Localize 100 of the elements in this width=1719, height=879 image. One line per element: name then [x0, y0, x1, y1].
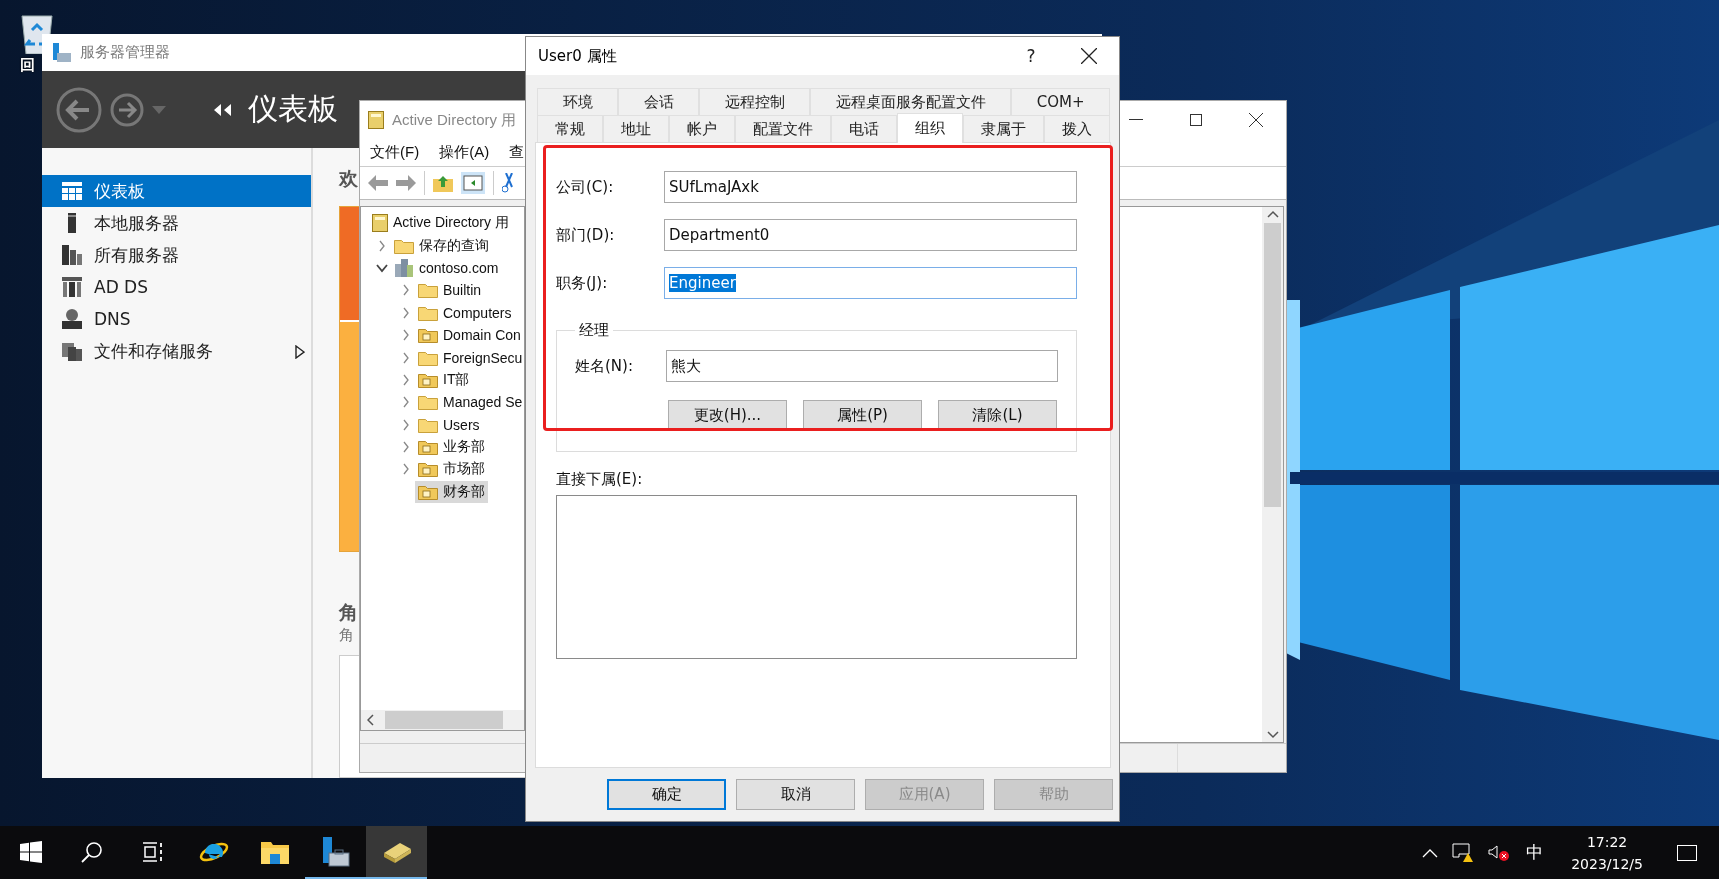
tree-item[interactable]: 保存的查询: [391, 234, 492, 257]
tab[interactable]: 配置文件: [735, 115, 831, 142]
book-icon: [368, 111, 384, 129]
sidebar-item[interactable]: 所有服务器: [42, 239, 311, 271]
tree-item[interactable]: Builtin: [415, 279, 485, 302]
horizontal-scrollbar[interactable]: [361, 710, 524, 730]
taskbar-button[interactable]: [366, 826, 427, 879]
scissors-icon[interactable]: [502, 173, 516, 193]
tree-item[interactable]: 业务部: [415, 436, 488, 459]
folder-icon: [418, 349, 438, 366]
minimize-icon: [1129, 119, 1143, 121]
tab[interactable]: 环境: [537, 88, 619, 115]
page-title: 仪表板: [248, 90, 338, 128]
text-field[interactable]: SUfLmaJAxk: [664, 171, 1077, 203]
input-method-indicator[interactable]: 中: [1526, 841, 1544, 864]
grid-icon: [62, 182, 82, 200]
roles-heading: 角: [339, 600, 358, 625]
close-icon: [1081, 48, 1097, 64]
forward-arrow-icon[interactable]: [396, 175, 416, 191]
group-legend: 经理: [575, 321, 613, 340]
tree-item[interactable]: IT部: [415, 368, 473, 391]
text-field[interactable]: 熊大: [666, 350, 1058, 382]
tab[interactable]: 组织: [897, 113, 963, 143]
scroll-left-icon[interactable]: [367, 714, 375, 726]
tree-item[interactable]: contoso.com: [391, 256, 502, 279]
speaker-muted-icon[interactable]: [1488, 843, 1511, 862]
tab[interactable]: 远程控制: [699, 88, 811, 115]
tree-item[interactable]: ForeignSecu: [415, 346, 526, 369]
clock-time: 17:22: [1586, 832, 1628, 852]
folder-icon: [418, 483, 438, 500]
servers-icon: [62, 245, 82, 265]
notification-icon[interactable]: [1677, 844, 1697, 861]
server-toolbox-icon: [320, 836, 351, 867]
sidebar-item[interactable]: DNS: [42, 303, 311, 335]
tree-item[interactable]: Users: [415, 413, 483, 436]
dialog-button[interactable]: 取消: [736, 779, 855, 810]
field-label: 职务(J):: [556, 273, 609, 293]
chevron-up-icon[interactable]: [1422, 847, 1439, 858]
text-field[interactable]: Engineer: [664, 267, 1077, 299]
tree-item[interactable]: 财务部: [415, 480, 488, 503]
vertical-scrollbar[interactable]: [1262, 207, 1283, 742]
dialog-button[interactable]: 确定: [607, 779, 726, 810]
text-field[interactable]: Department0: [664, 219, 1077, 251]
files-icon: [62, 341, 82, 361]
folder-icon: [418, 327, 438, 344]
tree-item[interactable]: Active Directory 用: [369, 212, 512, 235]
tab[interactable]: 隶属于: [963, 115, 1044, 142]
sidebar-item[interactable]: AD DS: [42, 271, 311, 303]
welcome-heading: 欢: [339, 166, 358, 191]
tab[interactable]: 常规: [537, 115, 603, 142]
menu-item[interactable]: 文件(F): [370, 143, 420, 162]
windows-icon: [19, 840, 42, 863]
field-label: 部门(D):: [556, 225, 616, 245]
book-icon: [381, 840, 412, 863]
folder-icon: [394, 237, 414, 254]
folder-icon: [418, 371, 438, 388]
tab[interactable]: 拨入: [1044, 115, 1110, 142]
tab[interactable]: 地址: [603, 115, 669, 142]
window-title: 服务器管理器: [80, 43, 170, 62]
tree-item[interactable]: Computers: [415, 301, 515, 324]
back-arrow-icon[interactable]: [368, 175, 388, 191]
field-label: 公司(C):: [556, 177, 615, 197]
desktop-icon-label: 回: [20, 56, 35, 75]
folder-icon: [418, 439, 438, 456]
close-icon: [1249, 113, 1263, 127]
help-button[interactable]: ?: [1019, 46, 1043, 66]
tab[interactable]: 远程桌面服务配置文件: [810, 88, 1012, 115]
book-icon: [372, 214, 388, 233]
folder-icon: [418, 416, 438, 433]
folder-icon: [418, 394, 438, 411]
server-toolbox-icon: [52, 42, 72, 63]
menu-item[interactable]: 查: [509, 143, 525, 162]
sidebar-item[interactable]: 本地服务器: [42, 207, 311, 239]
field-label: 姓名(N):: [575, 356, 634, 376]
folder-up-icon[interactable]: [433, 174, 453, 192]
folder-icon: [418, 461, 438, 478]
network-warning-icon[interactable]: [1452, 842, 1475, 863]
tab[interactable]: 电话: [831, 115, 897, 142]
sidebar-item[interactable]: 仪表板: [42, 175, 311, 207]
task-view-icon: [141, 840, 164, 863]
forward-icon[interactable]: [110, 92, 144, 127]
double-chevron-icon[interactable]: [214, 103, 232, 116]
panel-icon[interactable]: [461, 172, 485, 194]
roles-subtitle: 角: [339, 626, 354, 645]
menu-item[interactable]: 操作(A): [439, 143, 490, 162]
tab[interactable]: 会话: [618, 88, 700, 115]
tab[interactable]: COM+: [1011, 88, 1111, 115]
tree-item[interactable]: Domain Con: [415, 324, 524, 347]
folder-icon: [260, 839, 289, 864]
tree-item[interactable]: 市场部: [415, 458, 488, 481]
search-icon: [80, 840, 103, 863]
maximize-icon: [1190, 114, 1202, 126]
tree-item[interactable]: Managed Se: [415, 391, 526, 414]
clock-date: 2023/12/5: [1571, 854, 1643, 874]
window-title: Active Directory 用: [392, 110, 517, 130]
back-icon[interactable]: [56, 86, 102, 133]
sidebar-item[interactable]: 文件和存储服务: [42, 335, 311, 367]
tab[interactable]: 帐户: [669, 115, 735, 142]
buildings-icon: [394, 258, 414, 277]
folder-icon: [418, 282, 438, 299]
